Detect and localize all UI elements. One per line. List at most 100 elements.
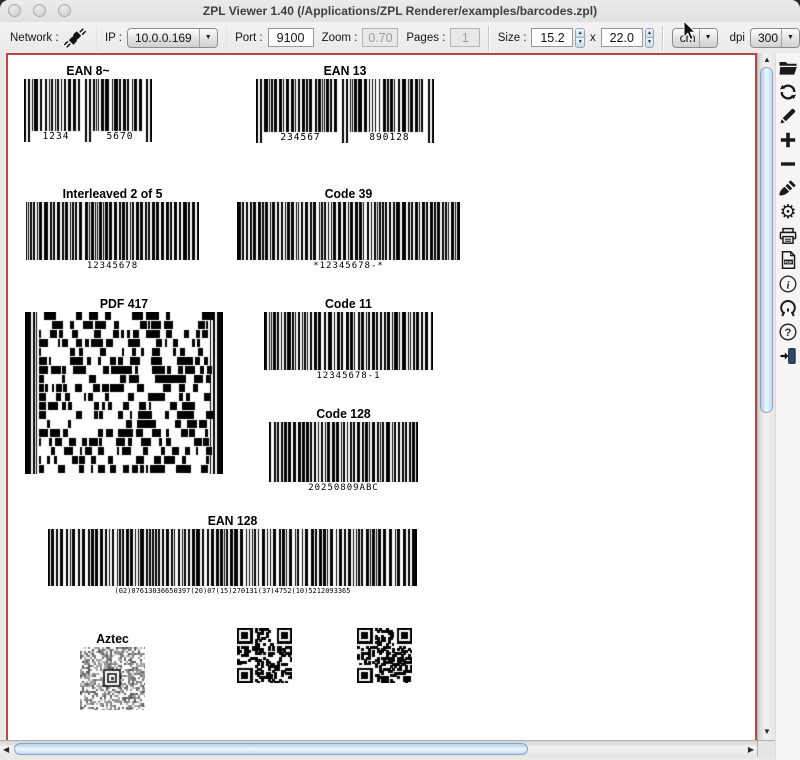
scroll-right-icon[interactable]: ▶	[748, 746, 754, 754]
minus-icon[interactable]	[778, 154, 798, 174]
toolbar-separator	[96, 26, 97, 50]
barcode-image	[26, 202, 199, 260]
pencil-icon[interactable]	[778, 106, 798, 126]
icon-toolbar: ⚙ PDF i ?	[775, 53, 800, 760]
toolbar-separator	[662, 26, 663, 50]
printer-icon[interactable]	[778, 226, 798, 246]
svg-text:PDF: PDF	[785, 259, 794, 264]
toolbar: Network : IP : 10.0.0.169 ▼ Port : Zoom …	[0, 22, 800, 53]
port-input[interactable]	[268, 28, 314, 47]
chevron-down-icon: ▼	[199, 29, 217, 47]
barcode-code11: Code 11 12345678-1	[264, 296, 433, 381]
window-title: ZPL Viewer 1.40 (/Applications/ZPL Rende…	[0, 4, 800, 18]
barcode-title: EAN 8~	[28, 63, 148, 79]
barcode-digits-right: 5670	[97, 131, 143, 142]
horizontal-scroll-thumb[interactable]	[14, 743, 528, 755]
dpi-select-value: 300	[751, 31, 781, 45]
scroll-up-icon[interactable]: ▲	[763, 56, 771, 64]
ip-label: IP :	[105, 32, 122, 44]
dpi-select[interactable]: 300 ▼	[750, 28, 800, 48]
toolbar-separator	[226, 26, 227, 50]
barcode-ean128: EAN 128 (02)07613036650397(20)07(15)27013…	[48, 513, 417, 595]
barcode-image	[269, 422, 418, 482]
barcode-value: *12345678-*	[237, 261, 460, 271]
barcode-code128: Code 128 20250809ABC	[269, 406, 418, 493]
vertical-scroll-thumb[interactable]	[760, 67, 773, 413]
circle-r-icon[interactable]	[778, 298, 798, 318]
size-x-label: x	[590, 32, 596, 44]
size-height-stepper[interactable]: ▲▼	[645, 28, 655, 48]
barcode-i2of5: Interleaved 2 of 5 12345678	[26, 186, 199, 271]
horizontal-scrollbar[interactable]: ◀ ▶	[0, 740, 757, 757]
barcode-title: Code 39	[244, 186, 454, 202]
barcode-image	[264, 312, 433, 370]
network-plug-icon[interactable]	[64, 28, 86, 48]
barcode-ean13: EAN 13 234567 890128	[256, 63, 434, 143]
barcode-qr1	[237, 628, 292, 683]
barcode-qr2	[357, 628, 412, 683]
scroll-down-icon[interactable]: ▼	[763, 728, 771, 736]
barcode-title: Code 11	[269, 296, 428, 312]
barcode-image	[357, 628, 412, 683]
vertical-scrollbar[interactable]: ▲ ▼	[757, 53, 775, 740]
pdf-icon[interactable]: PDF	[778, 250, 798, 270]
size-width-stepper[interactable]: ▲▼	[575, 28, 585, 48]
svg-text:?: ?	[785, 327, 792, 339]
barcode-pdf417: PDF 417	[25, 296, 223, 474]
barcode-digits-left: 234567	[268, 132, 332, 143]
barcode-image	[25, 312, 223, 474]
barcode-image	[80, 647, 145, 710]
gear-icon[interactable]: ⚙	[778, 202, 798, 222]
pages-input	[450, 28, 480, 47]
zoom-label: Zoom :	[322, 32, 358, 44]
label-preview-canvas: EAN 8~ 1234 5670 EAN 13 234567 890128 Interlea…	[6, 53, 757, 740]
dpi-label: dpi	[730, 32, 745, 44]
barcode-digits-left: 1234	[33, 131, 79, 142]
barcode-digits-right: 890128	[357, 132, 421, 143]
brush-icon[interactable]	[778, 178, 798, 198]
barcode-title: PDF 417	[31, 296, 217, 312]
size-height-input[interactable]	[601, 28, 643, 47]
close-button[interactable]	[8, 4, 21, 17]
barcode-aztec: Aztec	[80, 631, 145, 710]
help-icon[interactable]: ?	[778, 322, 798, 342]
folder-open-icon[interactable]	[778, 58, 798, 78]
plus-icon[interactable]	[778, 130, 798, 150]
size-width-input[interactable]	[531, 28, 573, 47]
scrollbar-corner	[757, 740, 775, 757]
barcode-title: EAN 13	[261, 63, 428, 79]
info-icon[interactable]: i	[778, 274, 798, 294]
network-label: Network :	[10, 32, 59, 44]
chevron-down-icon: ▼	[699, 29, 717, 47]
zoom-button[interactable]	[58, 4, 71, 17]
barcode-title: Code 128	[273, 406, 413, 422]
barcode-value: (02)07613036650397(20)07(15)270131(37)47…	[48, 587, 417, 595]
traffic-lights	[8, 4, 71, 17]
barcode-value: 20250809ABC	[269, 483, 418, 493]
barcode-image	[48, 529, 417, 586]
titlebar: ZPL Viewer 1.40 (/Applications/ZPL Rende…	[0, 0, 800, 23]
size-label: Size :	[498, 32, 527, 44]
barcode-image	[237, 202, 460, 260]
refresh-icon[interactable]	[778, 82, 798, 102]
barcode-title: Interleaved 2 of 5	[31, 186, 194, 202]
zoom-input	[362, 28, 398, 47]
barcode-value: 12345678-1	[264, 371, 433, 381]
barcode-image	[237, 628, 292, 683]
toolbar-separator	[488, 26, 489, 50]
barcode-title: Aztec	[82, 631, 143, 647]
ip-select-value: 10.0.0.169	[128, 31, 199, 45]
exit-icon[interactable]	[778, 346, 798, 366]
pages-label: Pages :	[406, 32, 445, 44]
ip-select[interactable]: 10.0.0.169 ▼	[127, 28, 218, 48]
barcode-value: 12345678	[26, 261, 199, 271]
scroll-left-icon[interactable]: ◀	[3, 746, 9, 754]
mouse-cursor	[683, 20, 697, 46]
chevron-down-icon: ▼	[781, 29, 799, 47]
minimize-button[interactable]	[33, 4, 46, 17]
barcode-title: EAN 128	[59, 513, 406, 529]
svg-text:i: i	[786, 279, 790, 291]
barcode-ean8: EAN 8~ 1234 5670	[24, 63, 152, 142]
barcode-code39: Code 39 *12345678-*	[237, 186, 460, 271]
port-label: Port :	[235, 32, 262, 44]
